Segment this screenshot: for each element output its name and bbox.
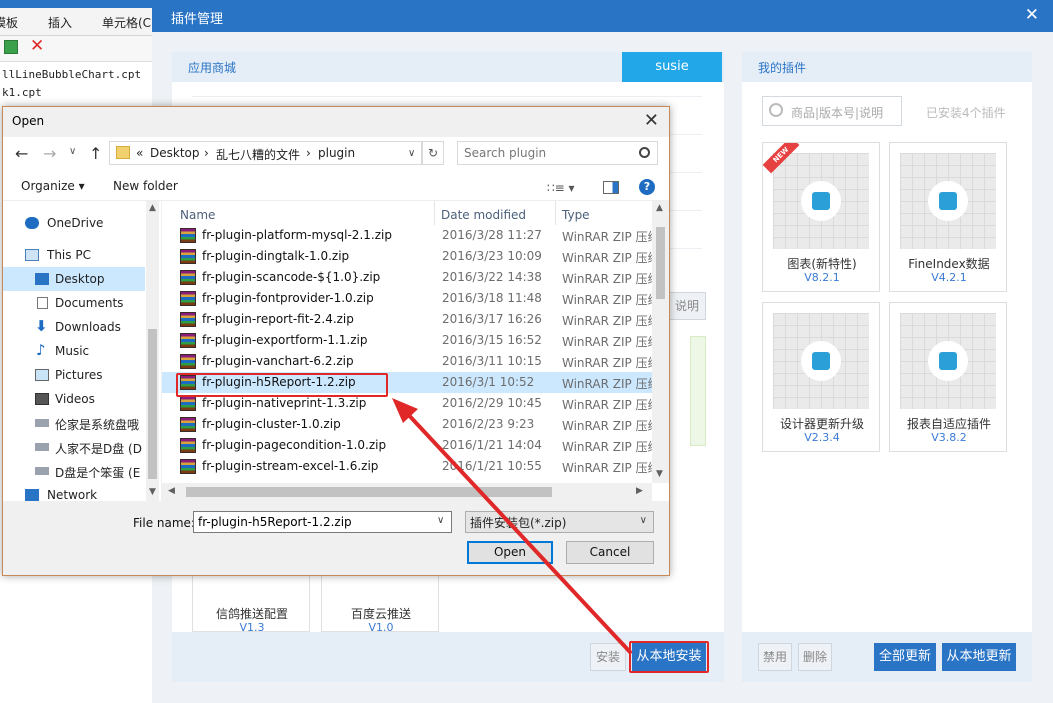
- annotation-arrow: [392, 398, 632, 654]
